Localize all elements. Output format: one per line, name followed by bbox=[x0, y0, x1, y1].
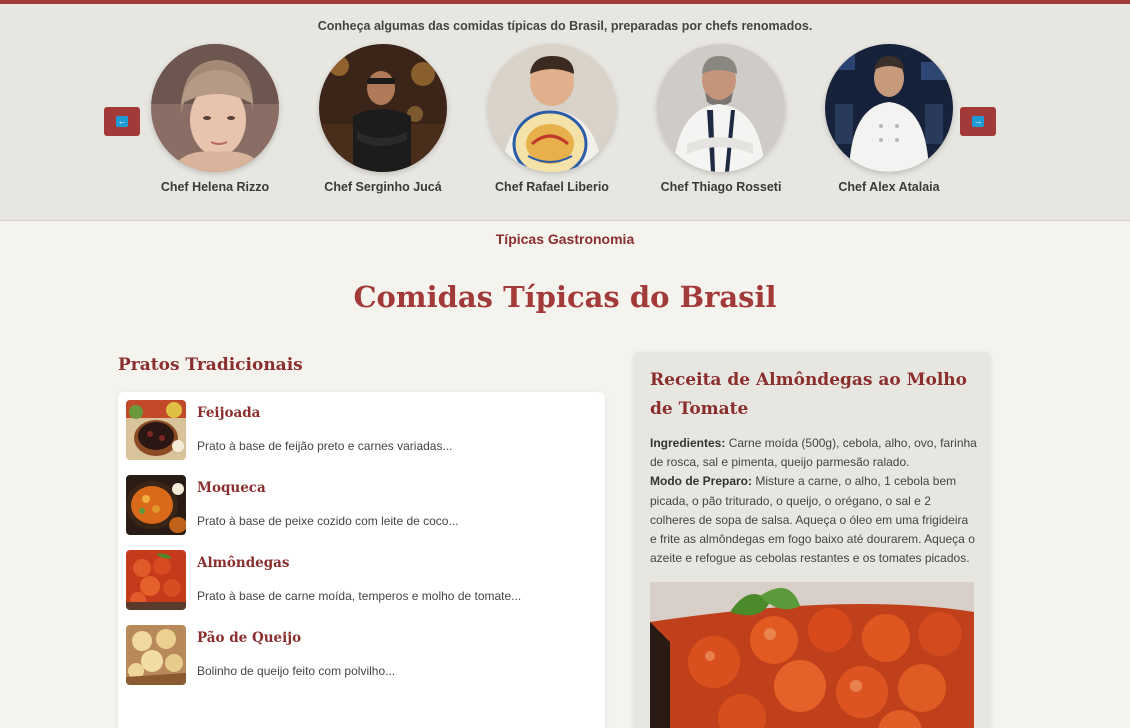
dish-item-moqueca[interactable]: Moqueca Prato à base de peixe cozido com… bbox=[126, 475, 596, 537]
chef-card[interactable]: Chef Thiago Rosseti bbox=[636, 44, 806, 194]
recipe-title: Receita de Almôndegas ao Molho de Tomate bbox=[650, 370, 967, 419]
dish-thumbnail bbox=[126, 550, 186, 610]
dish-thumbnail bbox=[126, 625, 186, 685]
dish-item-feijoada[interactable]: Feijoada Prato à base de feijão preto e … bbox=[126, 400, 596, 462]
dish-description: Bolinho de queijo feito com polvilho... bbox=[197, 664, 396, 678]
dish-item-pao-de-queijo[interactable]: Pão de Queijo Bolinho de queijo feito co… bbox=[126, 625, 596, 687]
dish-name: Almôndegas bbox=[197, 555, 290, 571]
brand-name[interactable]: Típicas Gastronomia bbox=[0, 231, 1130, 247]
dish-list: Feijoada Prato à base de feijão preto e … bbox=[118, 392, 605, 728]
chef-card[interactable]: Chef Helena Rizzo bbox=[130, 44, 300, 194]
arrow-right-icon: → bbox=[972, 116, 984, 127]
chef-photo bbox=[657, 44, 785, 172]
dish-name: Pão de Queijo bbox=[197, 630, 302, 646]
arrow-left-icon: ← bbox=[116, 116, 128, 127]
carousel-intro: Conheça algumas das comidas típicas do B… bbox=[317, 19, 813, 33]
recipe-photo bbox=[650, 582, 974, 728]
dish-description: Prato à base de carne moída, temperos e … bbox=[197, 589, 522, 603]
recipe-card: Receita de Almôndegas ao Molho de Tomate… bbox=[634, 352, 990, 728]
dish-description: Prato à base de peixe cozido com leite d… bbox=[197, 514, 459, 528]
dish-item-almondegas[interactable]: Almôndegas Prato à base de carne moída, … bbox=[126, 550, 596, 612]
chef-photo bbox=[151, 44, 279, 172]
ingredients-label: Ingredientes: bbox=[650, 436, 726, 450]
chef-card[interactable]: Chef Alex Atalaia bbox=[804, 44, 974, 194]
dish-name: Feijoada bbox=[197, 405, 261, 421]
section-title: Pratos Tradicionais bbox=[118, 355, 303, 375]
method-label: Modo de Preparo: bbox=[650, 474, 753, 489]
recipe-body: Ingredientes: Carne moída (500g), cebola… bbox=[650, 434, 978, 568]
dish-name: Moqueca bbox=[197, 480, 266, 496]
carousel-next-button[interactable]: → bbox=[960, 107, 996, 136]
chef-name: Chef Rafael Liberio bbox=[495, 180, 609, 194]
page-title: Comidas Típicas do Brasil bbox=[353, 280, 777, 314]
chef-card[interactable]: Chef Serginho Jucá bbox=[298, 44, 468, 194]
chef-photo bbox=[319, 44, 447, 172]
chef-name: Chef Alex Atalaia bbox=[838, 180, 940, 194]
chef-name: Chef Helena Rizzo bbox=[160, 180, 270, 194]
chef-name: Chef Thiago Rosseti bbox=[660, 180, 782, 194]
chef-name: Chef Serginho Jucá bbox=[324, 180, 442, 194]
chef-carousel: Conheça algumas das comidas típicas do B… bbox=[0, 4, 1130, 221]
dish-description: Prato à base de feijão preto e carnes va… bbox=[197, 439, 453, 453]
dish-thumbnail bbox=[126, 475, 186, 535]
dish-thumbnail bbox=[126, 400, 186, 460]
chef-photo bbox=[488, 44, 616, 172]
chef-photo bbox=[825, 44, 953, 172]
chef-card[interactable]: Chef Rafael Liberio bbox=[467, 44, 637, 194]
